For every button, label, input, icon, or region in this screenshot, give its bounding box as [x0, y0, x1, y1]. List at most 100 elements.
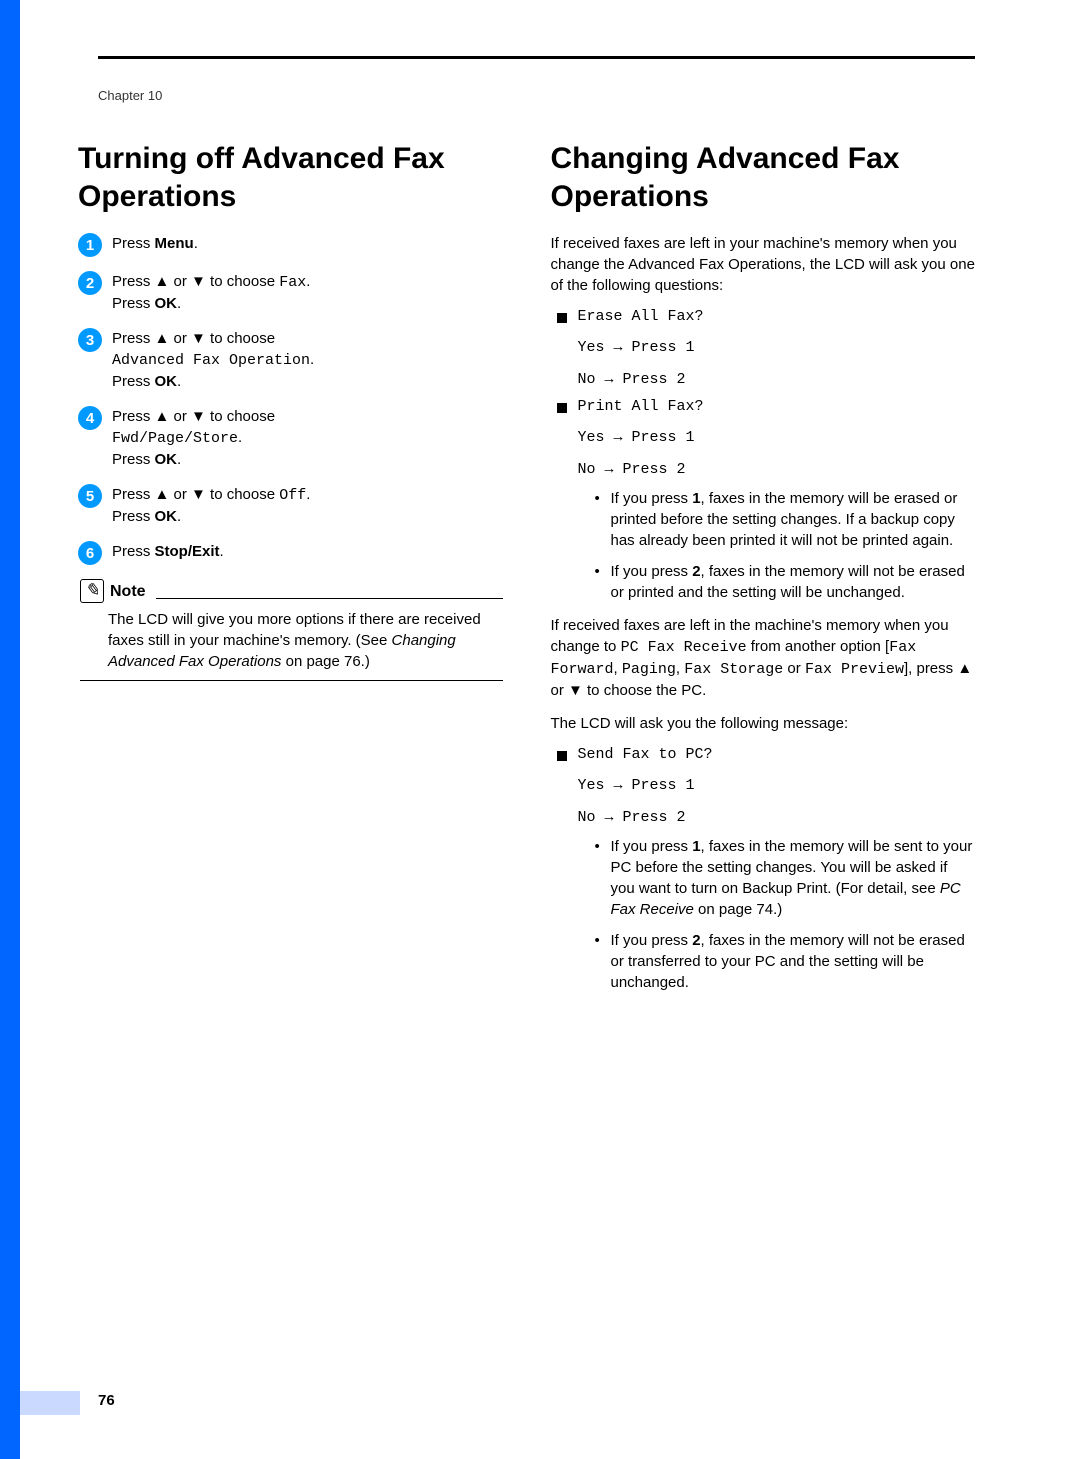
step-4-l2pre: Press [112, 451, 155, 468]
step-badge-3: 3 [78, 328, 102, 352]
step-3-l2pre: Press [112, 373, 155, 390]
step-4-post1: . [238, 429, 242, 446]
prompt-print: Print All Fax? [551, 398, 976, 415]
note-icon: ✎ [80, 579, 104, 603]
step-3-post1: . [310, 351, 314, 368]
content-columns: Turning off Advanced Fax Operations 1 Pr… [78, 140, 975, 1005]
step-6-pre: Press [112, 543, 155, 560]
step-6: 6 Press Stop/Exit. [78, 541, 503, 565]
square-bullet-icon [557, 403, 567, 413]
step-2-fax: Fax [279, 274, 306, 291]
sub1-bold: 1 [692, 490, 700, 507]
prompt-sendpc-q: Send Fax to PC? [578, 746, 713, 763]
right-column: Changing Advanced Fax Operations If rece… [551, 140, 976, 1005]
step-6-stopexit: Stop/Exit [155, 543, 220, 560]
square-bullet-icon [557, 313, 567, 323]
step-1: 1 Press Menu. [78, 233, 503, 257]
prompt-sendpc-no: No → Press 2 [578, 805, 976, 831]
step-body-6: Press Stop/Exit. [112, 541, 503, 562]
step-2-l2post: . [177, 295, 181, 312]
mid-3: or [783, 660, 805, 677]
step-3-l2post: . [177, 373, 181, 390]
step-4: 4 Press ▲ or ▼ to choose Fwd/Page/Store.… [78, 406, 503, 470]
step-2-ok: OK [155, 295, 178, 312]
blue-edge-bar [0, 0, 20, 1459]
step-3: 3 Press ▲ or ▼ to choose Advanced Fax Op… [78, 328, 503, 392]
prompt-erase-q: Erase All Fax? [578, 308, 704, 325]
sub-list-2: If you press 1, faxes in the memory will… [551, 836, 976, 993]
note-rule [156, 598, 503, 599]
chapter-label: Chapter 10 [98, 88, 162, 103]
prompt-erase-no: No → Press 2 [578, 367, 976, 393]
step-5-l2post: . [177, 508, 181, 525]
step-2-pre: Press ▲ or ▼ to choose [112, 273, 279, 290]
sub2-pre: If you press [611, 563, 693, 580]
step-body-4: Press ▲ or ▼ to choose Fwd/Page/Store. P… [112, 406, 503, 470]
page: Chapter 10 Turning off Advanced Fax Oper… [0, 0, 1075, 1459]
prompt-erase: Erase All Fax? [551, 308, 976, 325]
step-3-pre: Press ▲ or ▼ to choose [112, 330, 275, 347]
step-1-pre: Press [112, 235, 155, 252]
note-block: ✎ Note The LCD will give you more option… [80, 579, 503, 681]
sub-press-1b: If you press 1, faxes in the memory will… [595, 836, 976, 920]
prompt-print-yes: Yes → Press 1 [578, 425, 976, 451]
sub-list-1: If you press 1, faxes in the memory will… [551, 488, 976, 603]
step-4-mono: Fwd/Page/Store [112, 430, 238, 447]
step-body-1: Press Menu. [112, 233, 503, 254]
step-1-post: . [194, 235, 198, 252]
mid-para: If received faxes are left in the machin… [551, 615, 976, 701]
lcd-prompts-3: Send Fax to PC? [551, 746, 976, 763]
intro-para: If received faxes are left in your machi… [551, 233, 976, 296]
sub1-pre: If you press [611, 490, 693, 507]
sub4-bold: 2 [692, 932, 700, 949]
step-2-l2pre: Press [112, 295, 155, 312]
sub3-postb: on page 74.) [694, 901, 782, 918]
sub3-pre: If you press [611, 838, 693, 855]
mid-outro: The LCD will ask you the following messa… [551, 713, 976, 734]
step-3-ok: OK [155, 373, 178, 390]
mid-c1: , [614, 660, 622, 677]
step-4-l2post: . [177, 451, 181, 468]
prompt-print-q: Print All Fax? [578, 398, 704, 415]
sub2-bold: 2 [692, 563, 700, 580]
prompt-sendpc: Send Fax to PC? [551, 746, 976, 763]
step-2-post1: . [306, 273, 310, 290]
mid-m4: Fax Storage [684, 661, 783, 678]
step-body-3: Press ▲ or ▼ to choose Advanced Fax Oper… [112, 328, 503, 392]
step-body-5: Press ▲ or ▼ to choose Off. Press OK. [112, 484, 503, 527]
sub-press-1: If you press 1, faxes in the memory will… [595, 488, 976, 551]
step-badge-5: 5 [78, 484, 102, 508]
sub3-bold: 1 [692, 838, 700, 855]
step-body-2: Press ▲ or ▼ to choose Fax. Press OK. [112, 271, 503, 314]
left-column: Turning off Advanced Fax Operations 1 Pr… [78, 140, 503, 1005]
note-title: Note [110, 581, 146, 603]
step-6-post: . [220, 543, 224, 560]
lcd-prompts-1: Erase All Fax? [551, 308, 976, 325]
steps-list: 1 Press Menu. 2 Press ▲ or ▼ to choose F… [78, 233, 503, 565]
step-5: 5 Press ▲ or ▼ to choose Off. Press OK. [78, 484, 503, 527]
mid-m5: Fax Preview [805, 661, 904, 678]
step-4-pre: Press ▲ or ▼ to choose [112, 408, 275, 425]
note-text: The LCD will give you more options if th… [80, 609, 503, 672]
prompt-sendpc-yes: Yes → Press 1 [578, 773, 976, 799]
prompt-print-no: No → Press 2 [578, 457, 976, 483]
mid-m1: PC Fax Receive [621, 639, 747, 656]
prompt-erase-yes: Yes → Press 1 [578, 335, 976, 361]
step-5-post1: . [306, 486, 310, 503]
step-badge-6: 6 [78, 541, 102, 565]
step-2: 2 Press ▲ or ▼ to choose Fax. Press OK. [78, 271, 503, 314]
step-5-pre: Press ▲ or ▼ to choose [112, 486, 279, 503]
sub4-pre: If you press [611, 932, 693, 949]
mid-m3: Paging [622, 661, 676, 678]
heading-turn-off: Turning off Advanced Fax Operations [78, 140, 503, 215]
step-badge-4: 4 [78, 406, 102, 430]
step-badge-2: 2 [78, 271, 102, 295]
lcd-prompts-2: Print All Fax? [551, 398, 976, 415]
square-bullet-icon [557, 751, 567, 761]
sub-press-2b: If you press 2, faxes in the memory will… [595, 930, 976, 993]
step-5-l2pre: Press [112, 508, 155, 525]
step-badge-1: 1 [78, 233, 102, 257]
step-3-mono: Advanced Fax Operation [112, 352, 310, 369]
sub-press-2: If you press 2, faxes in the memory will… [595, 561, 976, 603]
mid-2: from another option [ [747, 638, 890, 655]
